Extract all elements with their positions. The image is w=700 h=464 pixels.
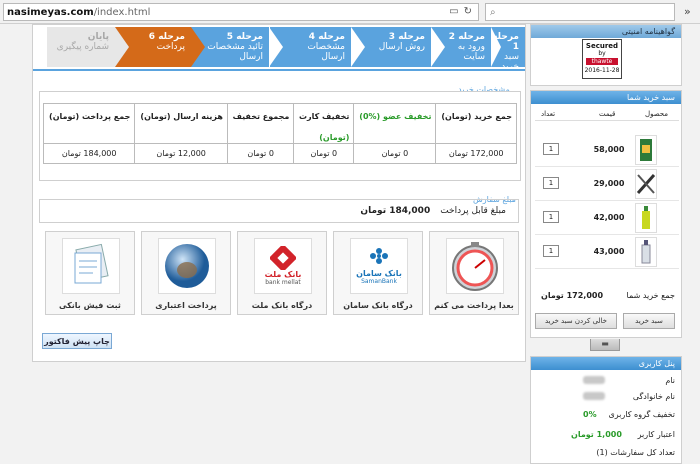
product-thumbnail[interactable] xyxy=(635,135,657,165)
reader-view-icon[interactable]: ▭ xyxy=(449,6,458,17)
seal-panel-title: گواهینامه امنیتی xyxy=(531,25,681,38)
cell-total: 172,000 تومان xyxy=(435,143,517,164)
step-arrow xyxy=(351,27,365,67)
overflow-chevron-icon[interactable]: » xyxy=(684,5,691,18)
sidebar: گواهینامه امنیتی Secured by thawte 2016-… xyxy=(530,24,682,464)
col-member-discount: تخفیف عضو (%0) xyxy=(353,103,437,144)
search-icon: ⌕ xyxy=(490,6,496,18)
list-item: 43,000 1 xyxy=(535,235,679,269)
view-cart-button[interactable]: سبد خرید xyxy=(623,313,675,329)
payment-gateways: بعدا پرداخت می کنم بانک سامان SamanBank … xyxy=(43,231,519,315)
cell-discount-sum: 0 تومان xyxy=(226,143,295,164)
gateway-label: پرداخت اعتباری xyxy=(155,301,217,310)
gateway-pay-later[interactable]: بعدا پرداخت می کنم xyxy=(429,231,519,315)
list-item: 58,000 1 xyxy=(535,133,679,167)
gateway-credit[interactable]: پرداخت اعتباری xyxy=(141,231,231,315)
print-proforma-button[interactable]: چاپ پیش فاکتور xyxy=(42,333,112,349)
qty-input[interactable]: 1 xyxy=(543,143,559,155)
group-discount-value: 0% xyxy=(583,410,597,419)
mellat-bank-logo: بانک ملت bank mellat xyxy=(254,238,312,294)
cart-panel-title: سبد خرید شما xyxy=(531,91,681,104)
col-discount-sum: مجموع تخفیف xyxy=(226,103,295,144)
step-arrow xyxy=(191,27,205,67)
item-price: 43,000 xyxy=(593,247,625,256)
gateway-bank-receipt[interactable]: ثبت فیش بانکی xyxy=(45,231,135,315)
steps-divider xyxy=(33,69,525,71)
gateway-mellat[interactable]: بانک ملت bank mellat درگاه بانک ملت xyxy=(237,231,327,315)
user-credit-value: 1,000 تومان xyxy=(571,430,622,439)
user-name-value xyxy=(583,376,605,386)
user-panel-title: پنل کاربری xyxy=(531,357,681,370)
cell-card-discount: 0 تومان xyxy=(293,143,355,164)
checkout-panel: پایان شماره پیگیری مرحله 6 پرداخت مرحله 5ت… xyxy=(32,24,526,362)
order-amount-box: مبلغ قابل پرداخت 184,000 تومان xyxy=(39,199,519,223)
cell-member-discount: 0 تومان xyxy=(353,143,437,164)
col-shipping: هزینه ارسال (تومان) xyxy=(134,103,228,144)
qty-input[interactable]: 1 xyxy=(543,245,559,257)
product-thumbnail[interactable] xyxy=(635,237,657,267)
refresh-icon[interactable]: ↻ xyxy=(464,6,472,17)
orders-count-row[interactable]: تعداد کل سفارشات (1) xyxy=(535,445,679,461)
gateway-saman[interactable]: بانک سامان SamanBank درگاه بانک سامان xyxy=(333,231,423,315)
security-seal-panel: گواهینامه امنیتی Secured by thawte 2016-… xyxy=(530,24,682,86)
payable-label: مبلغ قابل پرداخت xyxy=(440,206,506,216)
product-thumbnail[interactable] xyxy=(635,203,657,233)
checkout-steps: پایان شماره پیگیری مرحله 6 پرداخت مرحله 5ت… xyxy=(33,27,525,72)
bank-receipt-icon xyxy=(62,238,120,294)
gateway-label: بعدا پرداخت می کنم xyxy=(434,301,514,310)
step-arrow xyxy=(431,27,445,67)
item-price: 29,000 xyxy=(593,179,625,188)
cart-panel: سبد خرید شما محصول قیمت تعداد 58,000 1 2… xyxy=(530,90,682,338)
cell-shipping: 12,000 تومان xyxy=(134,143,228,164)
col-payable: جمع پرداخت (تومان) xyxy=(42,103,136,144)
address-bar[interactable]: nasimeyas.com/index.html ▭ ↻ xyxy=(3,3,479,21)
list-item: 42,000 1 xyxy=(535,201,679,235)
step-arrow xyxy=(115,27,129,67)
user-family-value xyxy=(583,392,605,402)
user-credit-row: اعتبار کاربر 1,000 تومان xyxy=(571,430,675,439)
col-total: جمع خرید (تومان) xyxy=(435,103,517,144)
credit-globe-icon xyxy=(158,238,216,294)
collapse-toggle-icon[interactable]: ▬ xyxy=(590,339,620,351)
gateway-label: درگاه بانک سامان xyxy=(343,301,413,310)
col-card-discount: تخفیف کارت (تومان) xyxy=(293,103,355,144)
url-path: /index.html xyxy=(93,6,151,18)
step-arrow xyxy=(269,27,283,67)
url-host: nasimeyas.com xyxy=(7,6,94,18)
saman-bank-logo: بانک سامان SamanBank xyxy=(350,238,408,294)
user-family-row: نام خانوادگی xyxy=(535,389,679,405)
search-box[interactable]: ⌕ xyxy=(485,3,675,21)
step-finish: پایان شماره پیگیری xyxy=(47,27,115,67)
user-name-row: نام xyxy=(535,373,679,389)
empty-cart-button[interactable]: خالی کردن سبد خرید xyxy=(535,313,617,329)
cell-payable: 184,000 تومان xyxy=(42,143,136,164)
gateway-label: درگاه بانک ملت xyxy=(251,301,313,310)
group-discount-row: تخفیف گروه کاربری 0% xyxy=(583,410,675,419)
payable-value: 184,000 تومان xyxy=(360,206,431,216)
thawte-seal[interactable]: Secured by thawte 2016-11-28 xyxy=(582,39,622,79)
step-arrow xyxy=(491,27,501,67)
cart-header: محصول قیمت تعداد xyxy=(535,109,679,121)
product-thumbnail[interactable] xyxy=(635,169,657,199)
qty-input[interactable]: 1 xyxy=(543,211,559,223)
user-panel: پنل کاربری نام نام خانوادگی تخفیف گروه ک… xyxy=(530,356,682,464)
invoice-table: جمع خرید (تومان) تخفیف عضو (%0) تخفیف کا… xyxy=(42,103,517,164)
qty-input[interactable]: 1 xyxy=(543,177,559,189)
table-row: 172,000 تومان 0 تومان 0 تومان 0 تومان 12… xyxy=(42,143,517,164)
cart-total-row: جمع خرید شما 172,000 تومان xyxy=(541,291,675,300)
item-price: 42,000 xyxy=(593,213,625,222)
browser-toolbar: nasimeyas.com/index.html ▭ ↻ ⌕ » xyxy=(0,0,700,24)
list-item: 29,000 1 xyxy=(535,167,679,201)
gateway-label: ثبت فیش بانکی xyxy=(59,301,121,310)
invoice-header-row: جمع خرید (تومان) تخفیف عضو (%0) تخفیف کا… xyxy=(42,103,517,144)
item-price: 58,000 xyxy=(593,145,625,154)
stopwatch-icon xyxy=(446,238,504,294)
